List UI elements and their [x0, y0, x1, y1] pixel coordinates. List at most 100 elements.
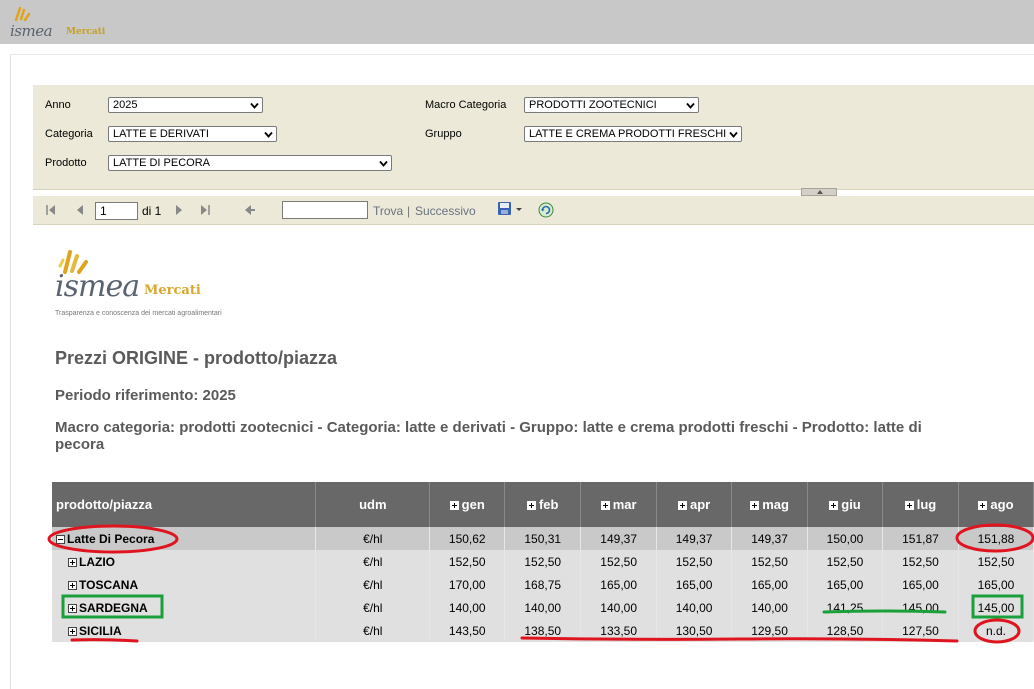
value-cell: 168,75 [504, 573, 582, 596]
expand-icon[interactable] [526, 501, 536, 510]
row-name-cell[interactable]: TOSCANA [52, 573, 317, 596]
column-header-udm[interactable]: udm [315, 482, 431, 527]
table-row: TOSCANA €/hl 170,00 168,75 165,00 165,00… [52, 573, 1034, 596]
row-name: Latte Di Pecora [67, 531, 155, 546]
value-cell: 152,50 [580, 550, 658, 573]
prodotto-label: Prodotto [45, 157, 87, 169]
value-cell: 150,00 [807, 527, 883, 550]
row-name-cell[interactable]: SICILIA [52, 619, 317, 642]
chevron-down-icon [379, 160, 388, 167]
row-name-cell[interactable]: LAZIO [52, 550, 317, 573]
report-ismea-logo: ismea Mercati Trasparenza e conoscenza d… [55, 242, 245, 317]
export-save-icon[interactable] [497, 201, 523, 217]
logo-sub-text: Mercati [66, 27, 106, 37]
report-title: Prezzi ORIGINE - prodotto/piazza [55, 348, 338, 368]
value-cell: 149,37 [580, 527, 658, 550]
value-cell: 138,50 [504, 619, 582, 642]
previous-page-icon[interactable] [75, 204, 85, 216]
udm-cell: €/hl [315, 573, 431, 596]
column-header-label: gen [461, 497, 485, 512]
column-header-apr[interactable]: apr [656, 482, 733, 527]
find-link[interactable]: Trova [373, 204, 403, 218]
column-header-mar[interactable]: mar [580, 482, 658, 527]
column-header-prodotto[interactable]: prodotto/piazza [52, 482, 317, 527]
prodotto-select[interactable]: LATTE DI PECORA [108, 155, 392, 171]
next-link[interactable]: Successivo [415, 204, 476, 218]
column-header-gen[interactable]: gen [429, 482, 506, 527]
row-name: TOSCANA [79, 577, 139, 592]
column-header-lug[interactable]: lug [882, 482, 959, 527]
value-cell: 140,00 [429, 596, 506, 619]
back-arrow-icon[interactable] [244, 204, 256, 216]
gruppo-select[interactable]: LATTE E CREMA PRODOTTI FRESCHI [524, 126, 742, 142]
value-cell: 143,50 [429, 619, 506, 642]
value-cell: 150,62 [429, 527, 506, 550]
last-page-icon[interactable] [199, 204, 211, 216]
value-cell: 128,50 [807, 619, 883, 642]
expand-icon[interactable] [904, 501, 914, 510]
value-cell: 165,00 [731, 573, 809, 596]
collapse-icon[interactable] [56, 534, 65, 544]
column-header-label: apr [689, 497, 711, 512]
report-period: Periodo riferimento: 2025 [55, 387, 236, 404]
value-cell: 140,00 [656, 596, 733, 619]
expand-icon[interactable] [600, 501, 610, 510]
expand-icon[interactable] [68, 603, 77, 613]
value-cell: 152,50 [882, 550, 959, 573]
table-header-row: prodotto/piazza udm gen feb mar apr mag … [52, 482, 1034, 527]
value-cell: 133,50 [580, 619, 658, 642]
value-cell: 165,00 [882, 573, 959, 596]
report-toolbar: di 1 Trova | Successivo [33, 196, 1034, 225]
prodotto-select-value: LATTE DI PECORA [113, 157, 210, 169]
value-cell: 152,50 [656, 550, 733, 573]
categoria-select[interactable]: LATTE E DERIVATI [108, 126, 277, 142]
expand-icon[interactable] [829, 501, 839, 510]
value-cell: 140,00 [731, 596, 809, 619]
value-cell: 152,50 [807, 550, 883, 573]
value-cell: 152,50 [958, 550, 1034, 573]
table-row: LAZIO €/hl 152,50 152,50 152,50 152,50 1… [52, 550, 1034, 573]
anno-select[interactable]: 2025 [108, 97, 263, 113]
collapse-filters-button[interactable] [801, 188, 837, 196]
categoria-label: Categoria [45, 128, 93, 140]
first-page-icon[interactable] [45, 204, 57, 216]
expand-icon[interactable] [750, 501, 760, 510]
udm-cell: €/hl [315, 527, 431, 550]
expand-icon[interactable] [677, 501, 687, 510]
refresh-icon[interactable] [538, 202, 554, 218]
column-header-feb[interactable]: feb [504, 482, 582, 527]
row-name-cell[interactable]: SARDEGNA [52, 596, 317, 619]
row-name-cell[interactable]: Latte Di Pecora [52, 527, 317, 550]
page-count-text: di 1 [142, 204, 162, 218]
table-row: Latte Di Pecora €/hl 150,62 150,31 149,3… [52, 527, 1034, 550]
column-header-label: ago [990, 497, 1014, 512]
value-cell: n.d. [958, 619, 1034, 642]
expand-icon[interactable] [68, 557, 77, 567]
value-cell: 152,50 [731, 550, 809, 573]
chevron-down-icon [686, 102, 695, 109]
ismea-logo[interactable]: ismea Mercati [10, 4, 110, 40]
row-name: SARDEGNA [79, 600, 148, 615]
top-header-bar: ismea Mercati [0, 0, 1034, 44]
find-text-input[interactable] [282, 201, 368, 219]
value-cell: 165,00 [656, 573, 733, 596]
expand-icon[interactable] [978, 501, 988, 510]
value-cell: 165,00 [807, 573, 883, 596]
gruppo-select-value: LATTE E CREMA PRODOTTI FRESCHI [529, 128, 727, 140]
sun-logo-icon [14, 6, 31, 22]
chevron-down-icon [264, 131, 273, 138]
value-cell: 140,00 [580, 596, 658, 619]
anno-select-value: 2025 [113, 99, 138, 111]
next-page-icon[interactable] [174, 204, 184, 216]
column-header-ago[interactable]: ago [958, 482, 1034, 527]
column-header-giu[interactable]: giu [807, 482, 883, 527]
expand-icon[interactable] [68, 580, 77, 590]
value-cell: 127,50 [882, 619, 959, 642]
expand-icon[interactable] [449, 501, 459, 510]
udm-cell: €/hl [315, 619, 431, 642]
column-header-label: giu [841, 497, 861, 512]
macro-categoria-select[interactable]: PRODOTTI ZOOTECNICI [524, 97, 699, 113]
expand-icon[interactable] [68, 626, 77, 636]
page-number-input[interactable] [95, 202, 138, 220]
column-header-mag[interactable]: mag [731, 482, 809, 527]
